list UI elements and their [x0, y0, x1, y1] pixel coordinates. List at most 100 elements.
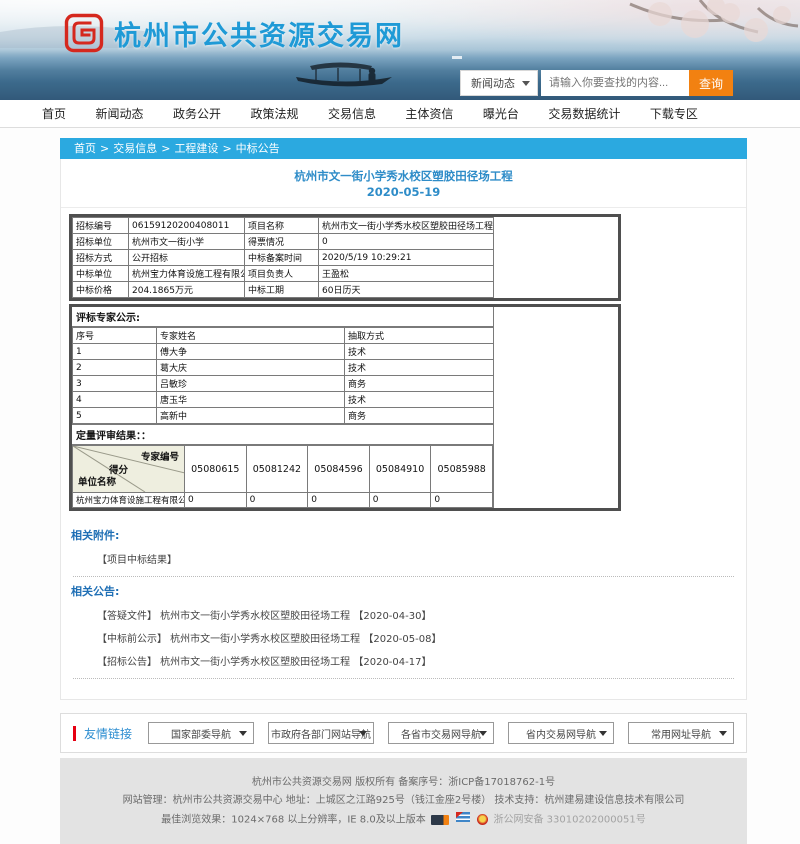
- page-title: 杭州市文一街小学秀水校区塑胶田径场工程: [61, 159, 746, 184]
- breadcrumb-separator: >: [161, 142, 170, 155]
- nav-item-exposure[interactable]: 曝光台: [483, 105, 519, 122]
- expert-no: 2: [73, 360, 157, 376]
- browser-line: 最佳浏览效果：1024×768 以上分辨率，IE 8.0及以上版本 浙公网安备 …: [60, 812, 747, 828]
- site-title: 杭州市公共资源交易网: [114, 14, 404, 53]
- breadcrumb-construction[interactable]: 工程建设: [174, 142, 218, 155]
- expert-id: 05081242: [246, 446, 308, 493]
- related-notice-link[interactable]: 【中标前公示】 杭州市文一街小学秀水校区塑胶田径场工程 【2020-05-08】: [97, 630, 736, 645]
- dotted-divider: [73, 678, 734, 679]
- bid-info-table: 招标编号 06159120200408011 项目名称 杭州市文一街小学秀水校区…: [72, 217, 494, 298]
- search-category-value: 新闻动态: [471, 75, 515, 91]
- dropdown-value: 国家部委导航: [171, 726, 231, 741]
- public-security-emblem-icon: [477, 814, 488, 825]
- scores-header-row: 专家编号 得分 单位名称 05080615 05081242 05084596 …: [73, 446, 493, 493]
- expert-name: 葛大庆: [157, 360, 345, 376]
- chevron-down-icon: [719, 731, 727, 736]
- search-button[interactable]: 查询: [689, 70, 733, 96]
- scores-section-title: 定量评审结果：：: [72, 424, 493, 445]
- expert-name: 高新中: [157, 408, 345, 424]
- info-label: 中标备案时间: [245, 250, 319, 266]
- experts-header: 抽取方式: [345, 328, 494, 344]
- dotted-divider: [73, 576, 734, 577]
- chevron-down-icon: [359, 731, 367, 736]
- info-value: 60日历天: [319, 282, 494, 298]
- links-dropdown-city-departments[interactable]: 市政府各部门网站导航: [268, 722, 374, 744]
- info-value: 公开招标: [129, 250, 245, 266]
- page-footer: 杭州市公共资源交易网 版权所有 备案序号：浙ICP备17018762-1号 网站…: [60, 758, 747, 844]
- nav-item-gov-affairs[interactable]: 政务公开: [173, 105, 221, 122]
- info-value: 204.1865万元: [129, 282, 245, 298]
- nav-item-news[interactable]: 新闻动态: [95, 105, 143, 122]
- related-notice-link[interactable]: 【答疑文件】 杭州市文一街小学秀水校区塑胶田径场工程 【2020-04-30】: [97, 607, 736, 622]
- friend-links-bar: 友情链接 国家部委导航 市政府各部门网站导航 各省市交易网导航 省内交易网导航 …: [60, 713, 747, 753]
- search-bar: 新闻动态 查询: [460, 70, 733, 96]
- info-row: 中标单位 杭州宝力体育设施工程有限公司 项目负责人 王盈松: [73, 266, 494, 282]
- breadcrumb-home[interactable]: 首页: [74, 142, 96, 155]
- divider: [61, 207, 746, 208]
- empty-cell: [493, 217, 618, 298]
- expert-method: 商务: [345, 408, 494, 424]
- info-value: 王盈松: [319, 266, 494, 282]
- breadcrumb-separator: >: [100, 142, 109, 155]
- nav-item-policies[interactable]: 政策法规: [250, 105, 298, 122]
- score-value: 0: [431, 493, 493, 508]
- breadcrumb-trade-info[interactable]: 交易信息: [113, 142, 157, 155]
- experts-table: 序号 专家姓名 抽取方式 1 傅大争 技术 2 葛大庆 技术 3 吕敏珍: [72, 327, 494, 424]
- copyright-line: 杭州市公共资源交易网 版权所有 备案序号：浙ICP备17018762-1号: [60, 776, 747, 790]
- site-logo-icon: [64, 13, 104, 53]
- main-nav: 首页 新闻动态 政务公开 政策法规 交易信息 主体资信 曝光台 交易数据统计 下…: [0, 100, 800, 128]
- expert-method: 技术: [345, 360, 494, 376]
- info-label: 中标单位: [73, 266, 129, 282]
- info-row: 招标方式 公开招标 中标备案时间 2020/5/19 10:29:21: [73, 250, 494, 266]
- expert-row: 5 高新中 商务: [73, 408, 494, 424]
- attachment-link[interactable]: 【项目中标结果】: [97, 551, 736, 566]
- nav-item-trade-stats[interactable]: 交易数据统计: [548, 105, 620, 122]
- related-notice-link[interactable]: 【招标公告】 杭州市文一街小学秀水校区塑胶田径场工程 【2020-04-17】: [97, 653, 736, 668]
- info-value: 2020/5/19 10:29:21: [319, 250, 494, 266]
- site-header: 杭州市公共资源交易网 新闻动态 查询: [0, 0, 800, 100]
- breadcrumb-award-notice[interactable]: 中标公告: [236, 142, 280, 155]
- info-value: 06159120200408011: [129, 218, 245, 234]
- expert-no: 5: [73, 408, 157, 424]
- score-value: 0: [185, 493, 247, 508]
- dropdown-value: 市政府各部门网站导航: [271, 726, 371, 741]
- empty-cell: [493, 307, 618, 508]
- breadcrumb: 首页 > 交易信息 > 工程建设 > 中标公告: [60, 138, 747, 159]
- links-dropdown-in-province-trade-sites[interactable]: 省内交易网导航: [508, 722, 614, 744]
- scores-corner-cell: 专家编号 得分 单位名称: [73, 446, 185, 493]
- experts-header: 专家姓名: [157, 328, 345, 344]
- expert-id: 05084596: [308, 446, 370, 493]
- expert-method: 技术: [345, 344, 494, 360]
- nav-item-home[interactable]: 首页: [42, 105, 66, 122]
- info-row: 招标单位 杭州市文一街小学 得票情况 0: [73, 234, 494, 250]
- links-dropdown-common-sites[interactable]: 常用网址导航: [628, 722, 734, 744]
- browser-recommendation: 最佳浏览效果：1024×768 以上分辨率，IE 8.0及以上版本: [161, 815, 425, 826]
- expert-row: 3 吕敏珍 商务: [73, 376, 494, 392]
- links-dropdown-provincial-trade-sites[interactable]: 各省市交易网导航: [388, 722, 494, 744]
- nav-item-subject-credit[interactable]: 主体资信: [405, 105, 453, 122]
- search-category-select[interactable]: 新闻动态: [460, 70, 538, 96]
- search-input[interactable]: [541, 70, 689, 96]
- nav-item-downloads[interactable]: 下载专区: [650, 105, 698, 122]
- nav-item-trade-info[interactable]: 交易信息: [328, 105, 376, 122]
- expert-no: 1: [73, 344, 157, 360]
- security-filing-link[interactable]: 浙公网安备 33010202000051号: [493, 815, 645, 826]
- info-label: 中标价格: [73, 282, 129, 298]
- score-row: 杭州宝力体育设施工程有限公司 0 0 0 0 0: [73, 493, 493, 508]
- info-value: 杭州市文一街小学秀水校区塑胶田径场工程: [319, 218, 494, 234]
- expert-name: 唐玉华: [157, 392, 345, 408]
- brand: 杭州市公共资源交易网: [64, 13, 404, 53]
- dropdown-value: 各省市交易网导航: [401, 726, 481, 741]
- info-label: 招标单位: [73, 234, 129, 250]
- links-dropdown-national-ministries[interactable]: 国家部委导航: [148, 722, 254, 744]
- expert-id: 05085988: [431, 446, 493, 493]
- info-value: 0: [319, 234, 494, 250]
- breadcrumb-separator: >: [222, 142, 231, 155]
- info-label: 得票情况: [245, 234, 319, 250]
- chevron-down-icon: [522, 81, 530, 86]
- content-panel: 首页>交易信息>工程建设>中标公告 杭州市文一街小学秀水校区塑胶田径场工程 20…: [60, 138, 747, 700]
- related-sections: 相关附件: 【项目中标结果】 相关公告: 【答疑文件】 杭州市文一街小学秀水校区…: [61, 511, 746, 699]
- expert-method: 技术: [345, 392, 494, 408]
- experts-section-title: 评标专家公示:: [72, 307, 493, 327]
- expert-no: 3: [73, 376, 157, 392]
